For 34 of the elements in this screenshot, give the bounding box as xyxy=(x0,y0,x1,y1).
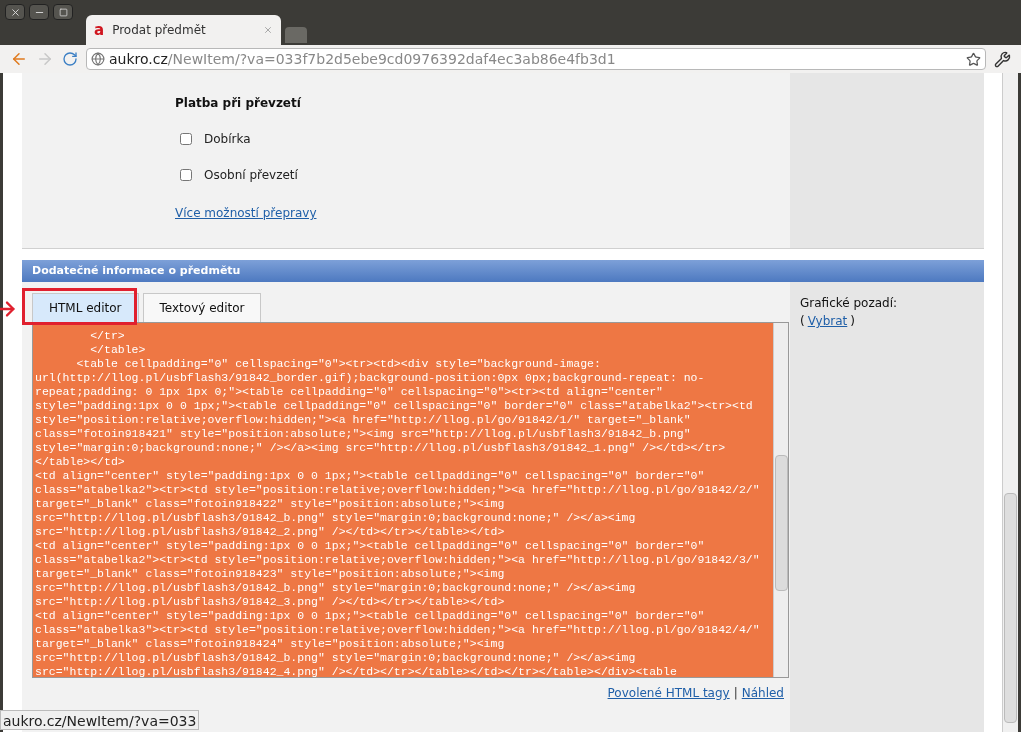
close-button[interactable] xyxy=(5,4,25,20)
site-favicon: a xyxy=(94,22,105,38)
separator: | xyxy=(733,685,738,702)
editor-tab[interactable]: Textový editor xyxy=(142,293,262,322)
tab-title: Prodat předmět xyxy=(112,22,207,39)
section-header: Dodatečné informace o předmětu xyxy=(22,260,984,282)
reload-icon[interactable] xyxy=(62,51,78,67)
editor-tab[interactable]: HTML editor xyxy=(32,293,139,322)
close-icon xyxy=(9,6,21,18)
option-label: Dobírka xyxy=(204,131,251,148)
footer-link[interactable]: Náhled xyxy=(741,684,784,702)
maximize-icon xyxy=(58,7,68,17)
checkbox[interactable] xyxy=(180,169,192,181)
footer-link[interactable]: Povolené HTML tagy xyxy=(607,684,730,702)
background-label: Grafické pozadí: xyxy=(800,295,899,312)
browser-tab[interactable]: a Prodat předmět xyxy=(86,15,281,45)
choose-link[interactable]: Vybrat xyxy=(807,312,848,330)
minimize-button[interactable] xyxy=(29,4,49,20)
page-scrollbar[interactable] xyxy=(1002,73,1018,732)
address-bar[interactable]: aukro.cz/NewItem/?va=033f7b2d5ebe9cd0976392daf4ec3ab86e4fb3d1 xyxy=(86,48,986,70)
maximize-button[interactable] xyxy=(53,4,73,20)
payment-heading: Platba při převzetí xyxy=(175,95,302,112)
status-bar-url: aukro.cz/NewItem/?va=033 xyxy=(0,710,200,730)
scrollbar[interactable] xyxy=(773,323,788,677)
url-text: aukro.cz/NewItem/?va=033f7b2d5ebe9cd0976392daf4ec3ab86e4fb3d1 xyxy=(109,49,617,69)
option-label: Osobní převzetí xyxy=(204,167,298,184)
settings-icon[interactable] xyxy=(994,50,1011,68)
bookmark-star-icon[interactable] xyxy=(966,51,981,67)
paren: ) xyxy=(850,313,855,330)
more-shipping-link[interactable]: Více možností přepravy xyxy=(175,204,317,222)
paren: ( xyxy=(800,313,805,330)
checkbox[interactable] xyxy=(180,133,192,145)
back-icon[interactable] xyxy=(10,50,28,68)
globe-icon xyxy=(91,52,105,66)
